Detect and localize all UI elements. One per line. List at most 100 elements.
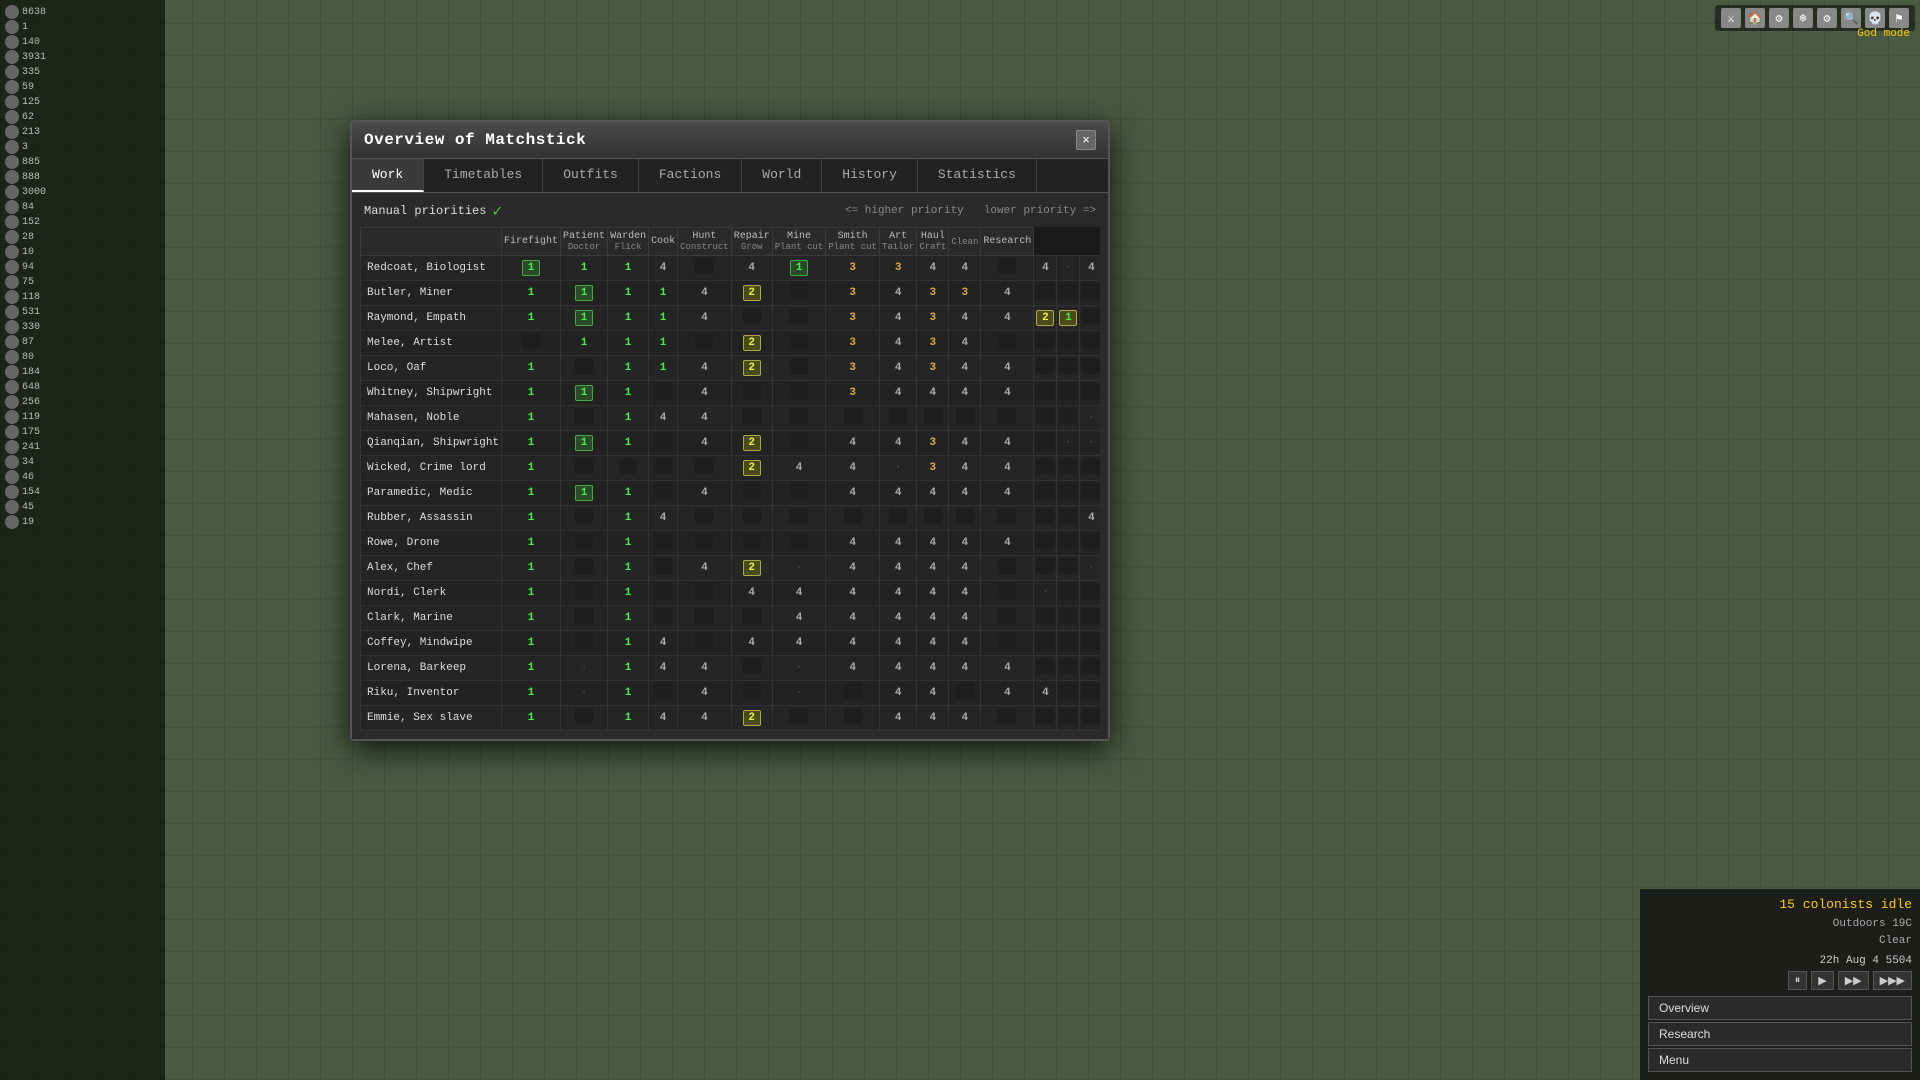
cell-empty[interactable]	[998, 633, 1016, 649]
work-cell-12-11[interactable]	[981, 556, 1034, 581]
work-cell-16-7[interactable]: 4	[826, 656, 880, 681]
work-cell-11-4[interactable]	[678, 531, 732, 556]
work-cell-10-10[interactable]	[949, 506, 981, 531]
priority-cell[interactable]: 1	[522, 560, 540, 576]
work-cell-11-14[interactable]	[1080, 531, 1100, 556]
work-cell-10-14[interactable]: 4	[1080, 506, 1100, 531]
work-cell-14-14[interactable]	[1080, 606, 1100, 631]
cell-empty[interactable]	[1082, 683, 1100, 699]
work-cell-5-8[interactable]: 4	[879, 381, 916, 406]
priority-cell[interactable]: 3	[844, 335, 862, 351]
cell-empty[interactable]	[1036, 358, 1054, 374]
work-cell-10-5[interactable]	[731, 506, 772, 531]
cell-empty[interactable]	[1082, 333, 1100, 349]
priority-cell[interactable]: 4	[924, 260, 942, 276]
priority-cell[interactable]: 1	[619, 635, 637, 651]
work-cell-18-14[interactable]	[1080, 706, 1100, 731]
work-cell-18-11[interactable]	[981, 706, 1034, 731]
work-cell-8-10[interactable]: 4	[949, 456, 981, 481]
cell-empty[interactable]	[743, 383, 761, 399]
work-cell-8-3[interactable]	[649, 456, 678, 481]
work-cell-5-6[interactable]	[772, 381, 826, 406]
priority-cell[interactable]: 4	[790, 460, 808, 476]
work-cell-13-5[interactable]: 4	[731, 581, 772, 606]
cell-empty[interactable]	[743, 658, 761, 674]
priority-cell[interactable]: 4	[695, 385, 713, 401]
work-cell-14-3[interactable]	[649, 606, 678, 631]
tab-world[interactable]: World	[742, 159, 822, 192]
work-cell-1-13[interactable]	[1057, 281, 1080, 306]
cell-empty[interactable]	[1036, 658, 1054, 674]
cell-empty[interactable]	[695, 258, 713, 274]
work-cell-10-8[interactable]	[879, 506, 916, 531]
work-cell-8-11[interactable]: 4	[981, 456, 1034, 481]
cell-empty[interactable]	[844, 508, 862, 524]
priority-cell[interactable]: 1	[619, 685, 637, 701]
work-cell-10-3[interactable]: 4	[649, 506, 678, 531]
priority-cell[interactable]: 4	[1082, 260, 1100, 276]
cell-empty[interactable]	[1082, 383, 1100, 399]
work-cell-2-12[interactable]: 2	[1034, 306, 1057, 331]
priority-cell[interactable]: 4	[790, 635, 808, 651]
work-cell-8-12[interactable]	[1034, 456, 1057, 481]
work-cell-7-8[interactable]: 4	[879, 431, 916, 456]
cell-empty[interactable]	[1059, 608, 1077, 624]
priority-cell[interactable]: 4	[1036, 685, 1054, 701]
cell-empty[interactable]	[790, 308, 808, 324]
work-cell-4-0[interactable]: 1	[502, 356, 561, 381]
work-cell-6-0[interactable]: 1	[502, 406, 561, 431]
cell-empty[interactable]	[654, 608, 672, 624]
cell-empty[interactable]	[998, 333, 1016, 349]
cell-empty[interactable]	[743, 533, 761, 549]
work-cell-10-13[interactable]	[1057, 506, 1080, 531]
speed-pause[interactable]: ⏸	[1788, 971, 1808, 990]
work-cell-6-6[interactable]	[772, 406, 826, 431]
cell-empty[interactable]	[956, 683, 974, 699]
work-cell-6-5[interactable]	[731, 406, 772, 431]
work-cell-11-2[interactable]: 1	[608, 531, 649, 556]
work-cell-7-14[interactable]: ·	[1080, 431, 1100, 456]
work-cell-5-2[interactable]: 1	[608, 381, 649, 406]
cell-empty[interactable]	[695, 508, 713, 524]
priority-cell[interactable]: 4	[889, 335, 907, 351]
tab-factions[interactable]: Factions	[639, 159, 742, 192]
priority-cell[interactable]: 2	[743, 710, 761, 726]
work-cell-13-10[interactable]: 4	[949, 581, 981, 606]
work-cell-0-13[interactable]: ·	[1057, 256, 1080, 281]
work-cell-14-0[interactable]: 1	[502, 606, 561, 631]
work-cell-14-4[interactable]	[678, 606, 732, 631]
cell-empty[interactable]	[654, 683, 672, 699]
work-cell-3-12[interactable]	[1034, 331, 1057, 356]
work-cell-1-7[interactable]: 3	[826, 281, 880, 306]
work-cell-18-13[interactable]	[1057, 706, 1080, 731]
work-cell-12-7[interactable]: 4	[826, 556, 880, 581]
work-cell-3-2[interactable]: 1	[608, 331, 649, 356]
work-cell-16-8[interactable]: 4	[879, 656, 916, 681]
cell-empty[interactable]	[575, 508, 593, 524]
work-cell-7-2[interactable]: 1	[608, 431, 649, 456]
work-cell-11-1[interactable]	[561, 531, 608, 556]
work-cell-17-6[interactable]: ·	[772, 681, 826, 706]
work-cell-7-7[interactable]: 4	[826, 431, 880, 456]
speed-3x[interactable]: ▶▶▶	[1873, 971, 1912, 990]
priority-cell[interactable]: 2	[743, 285, 761, 301]
priority-cell[interactable]: 3	[889, 260, 907, 276]
work-cell-10-9[interactable]	[917, 506, 949, 531]
priority-cell[interactable]: 4	[889, 635, 907, 651]
work-cell-11-6[interactable]	[772, 531, 826, 556]
cell-empty[interactable]	[654, 533, 672, 549]
cell-empty[interactable]	[1059, 483, 1077, 499]
priority-cell[interactable]: 4	[889, 585, 907, 601]
work-cell-13-8[interactable]: 4	[879, 581, 916, 606]
work-cell-0-5[interactable]: 4	[731, 256, 772, 281]
work-cell-3-0[interactable]	[502, 331, 561, 356]
work-cell-6-10[interactable]	[949, 406, 981, 431]
cell-empty[interactable]	[1082, 633, 1100, 649]
cell-empty[interactable]	[1059, 683, 1077, 699]
work-cell-4-11[interactable]: 4	[981, 356, 1034, 381]
work-cell-14-9[interactable]: 4	[917, 606, 949, 631]
priority-cell[interactable]: 1	[522, 410, 540, 426]
priority-cell[interactable]: 4	[844, 635, 862, 651]
priority-cell[interactable]: 3	[924, 360, 942, 376]
cell-empty[interactable]	[1082, 483, 1100, 499]
